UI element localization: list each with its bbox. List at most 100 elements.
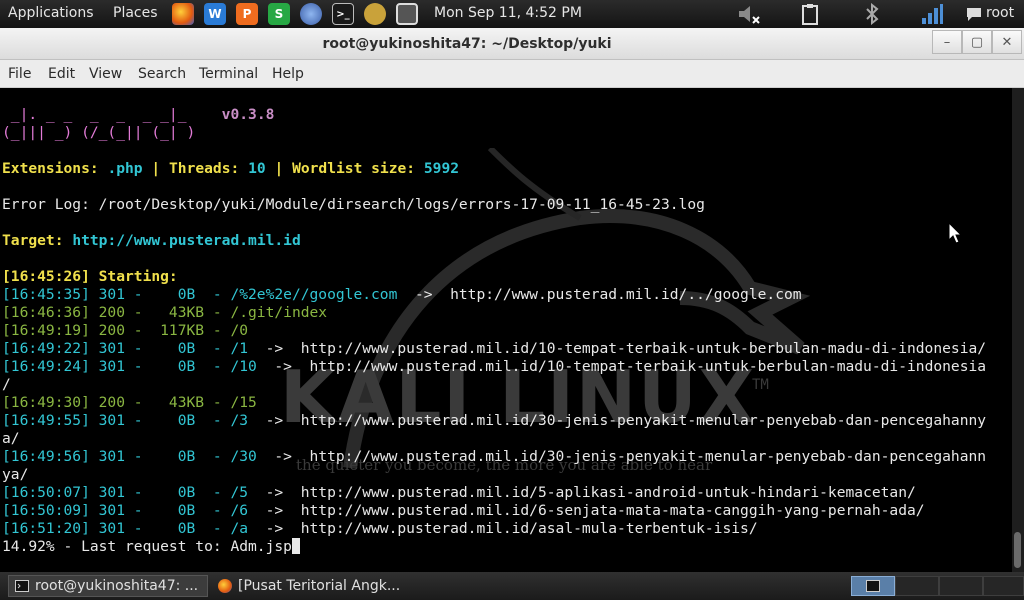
redirect-arrow: -> — [248, 502, 301, 519]
top-panel: Applications Places W P S >_ Mon Sep 11,… — [0, 0, 1024, 28]
result-row: [16:49:55] 301 - 0B - /3 -> http://www.p… — [2, 412, 986, 430]
result-meta: [16:49:24] 301 - 0B - /10 — [2, 358, 257, 375]
menu-file[interactable]: File — [8, 66, 31, 82]
minimize-button[interactable]: – — [932, 30, 962, 54]
result-meta: [16:49:30] 200 - 43KB - /15 — [2, 394, 257, 411]
kali-watermark-tm: TM — [752, 377, 769, 393]
workspace-4[interactable] — [983, 576, 1024, 596]
result-row: [16:49:24] 301 - 0B - /10 -> http://www.… — [2, 358, 986, 376]
redirect-arrow: -> — [248, 484, 301, 501]
calc-icon[interactable]: S — [268, 3, 290, 25]
firefox-task-icon — [218, 579, 232, 593]
writer-icon[interactable]: W — [204, 3, 226, 25]
result-row: [16:49:22] 301 - 0B - /1 -> http://www.p… — [2, 340, 986, 358]
redirect-arrow: -> — [256, 448, 310, 465]
result-row: [16:46:36] 200 - 43KB - /.git/index — [2, 304, 327, 322]
window-titlebar[interactable]: root@yukinoshita47: ~/Desktop/yuki — [0, 28, 1024, 60]
result-meta: [16:49:19] 200 - 117KB - /0 — [2, 322, 249, 339]
progress-line: 14.92% - Last request to: Adm.jsp — [2, 538, 300, 556]
text-cursor — [291, 538, 300, 554]
result-meta: [16:49:56] 301 - 0B - /30 — [2, 448, 257, 465]
screenshot-icon[interactable] — [396, 3, 418, 25]
task-browser[interactable]: [Pusat Teritorial Angk... — [212, 575, 412, 597]
redirect-url[interactable]: http://www.pusterad.mil.id/10-tempat-ter… — [301, 340, 986, 357]
result-meta: a/ — [2, 430, 20, 447]
clipboard-icon[interactable] — [800, 3, 820, 25]
banner-line-2: (_||| _) (/_(_|| (_| ) — [2, 124, 196, 141]
terminal-output[interactable]: KALI LINUX TM the quieter you become, th… — [0, 88, 1012, 572]
result-row: / — [2, 376, 11, 394]
banner-line-1: _|. _ _ _ _ _ _|_ v0.3.8 — [2, 106, 275, 123]
bluetooth-icon[interactable] — [862, 3, 882, 25]
result-meta: [16:50:09] 301 - 0B - /6 — [2, 502, 249, 519]
workspace-1[interactable] — [851, 576, 895, 596]
redirect-arrow: -> — [248, 520, 301, 537]
network-icon[interactable] — [300, 3, 322, 25]
taskbar: root@yukinoshita47: ... [Pusat Teritoria… — [0, 572, 1024, 600]
result-meta: [16:51:20] 301 - 0B - /a — [2, 520, 249, 537]
starting-line: [16:45:26] Starting: — [2, 268, 178, 285]
result-row: [16:45:35] 301 - 0B - /%2e%2e//google.co… — [2, 286, 802, 304]
redirect-url[interactable]: http://www.pusterad.mil.id/30-jenis-peny… — [310, 448, 987, 465]
error-log-line: Error Log: /root/Desktop/yuki/Module/dir… — [2, 196, 705, 213]
menubar: File Edit View Search Terminal Help — [0, 60, 1024, 88]
clock[interactable]: Mon Sep 11, 4:52 PM — [434, 5, 582, 21]
result-meta: [16:46:36] 200 - 43KB - /.git/index — [2, 304, 328, 321]
result-meta: [16:45:35] 301 - 0B - /%2e%2e//google.co… — [2, 286, 398, 303]
menu-terminal[interactable]: Terminal — [199, 66, 258, 82]
result-row: [16:49:56] 301 - 0B - /30 -> http://www.… — [2, 448, 986, 466]
impress-icon[interactable]: P — [236, 3, 258, 25]
redirect-url[interactable]: http://www.pusterad.mil.id/6-senjata-mat… — [301, 502, 925, 519]
redirect-arrow: -> — [397, 286, 451, 303]
kali-watermark: KALI LINUX — [280, 355, 757, 439]
redirect-url[interactable]: http://www.pusterad.mil.id/asal-mula-ter… — [301, 520, 758, 537]
redirect-url[interactable]: http://www.pusterad.mil.id/5-aplikasi-an… — [301, 484, 916, 501]
volume-muted-icon[interactable] — [736, 3, 762, 25]
result-meta: / — [2, 376, 11, 393]
signal-icon[interactable] — [920, 3, 944, 25]
task-browser-label: [Pusat Teritorial Angk... — [238, 578, 401, 594]
mouse-pointer-icon — [948, 222, 962, 244]
result-row: [16:50:07] 301 - 0B - /5 -> http://www.p… — [2, 484, 916, 502]
result-row: [16:49:30] 200 - 43KB - /15 — [2, 394, 257, 412]
version-label: v0.3.8 — [221, 106, 275, 123]
terminal-scrollbar[interactable] — [1012, 88, 1024, 572]
redirect-arrow: -> — [248, 340, 301, 357]
result-meta: [16:49:22] 301 - 0B - /1 — [2, 340, 249, 357]
task-terminal-label: root@yukinoshita47: ... — [35, 578, 199, 594]
workspace-3[interactable] — [939, 576, 983, 596]
places-menu[interactable]: Places — [113, 5, 158, 21]
user-menu[interactable]: root — [986, 5, 1014, 21]
result-row: a/ — [2, 430, 20, 448]
burp-icon[interactable] — [364, 3, 386, 25]
menu-view[interactable]: View — [89, 66, 122, 82]
redirect-url[interactable]: http://www.pusterad.mil.id/10-tempat-ter… — [310, 358, 987, 375]
result-meta: [16:49:55] 301 - 0B - /3 — [2, 412, 249, 429]
result-meta: ya/ — [2, 466, 29, 483]
task-terminal[interactable]: root@yukinoshita47: ... — [8, 575, 208, 597]
result-meta: [16:50:07] 301 - 0B - /5 — [2, 484, 249, 501]
firefox-icon[interactable] — [172, 3, 194, 25]
window-title: root@yukinoshita47: ~/Desktop/yuki — [322, 36, 612, 52]
workspace-terminal-icon — [866, 580, 880, 592]
result-row: [16:50:09] 301 - 0B - /6 -> http://www.p… — [2, 502, 925, 520]
redirect-url[interactable]: http://www.pusterad.mil.id/../google.com — [450, 286, 801, 303]
scrollbar-thumb[interactable] — [1014, 532, 1021, 568]
menu-help[interactable]: Help — [272, 66, 304, 82]
result-row: [16:49:19] 200 - 117KB - /0 — [2, 322, 248, 340]
applications-menu[interactable]: Applications — [8, 5, 94, 21]
result-row: [16:51:20] 301 - 0B - /a -> http://www.p… — [2, 520, 758, 538]
result-row: ya/ — [2, 466, 28, 484]
maximize-button[interactable]: ▢ — [962, 30, 992, 54]
menu-search[interactable]: Search — [138, 66, 186, 82]
redirect-url[interactable]: http://www.pusterad.mil.id/30-jenis-peny… — [301, 412, 986, 429]
redirect-arrow: -> — [256, 358, 310, 375]
terminal-task-icon — [15, 580, 29, 592]
workspace-2[interactable] — [895, 576, 939, 596]
target-line: Target: http://www.pusterad.mil.id — [2, 232, 301, 249]
chat-icon[interactable] — [964, 3, 984, 25]
close-button[interactable]: ✕ — [992, 30, 1022, 54]
terminal-icon[interactable]: >_ — [332, 3, 354, 25]
config-line: Extensions: .php | Threads: 10 | Wordlis… — [2, 160, 460, 177]
menu-edit[interactable]: Edit — [48, 66, 75, 82]
